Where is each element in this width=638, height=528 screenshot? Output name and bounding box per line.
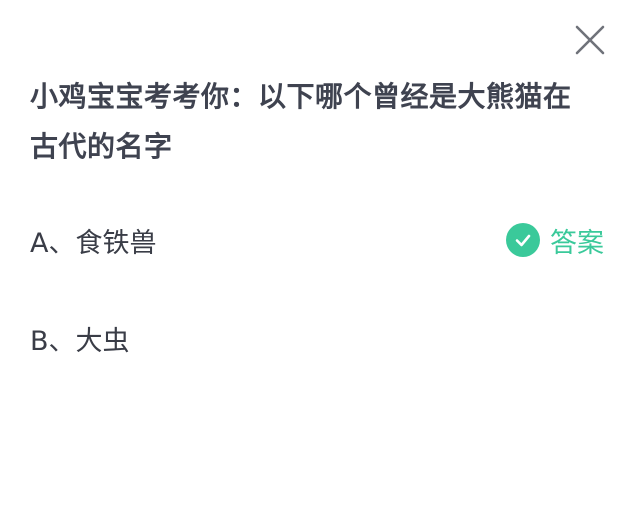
quiz-card: 小鸡宝宝考考你：以下哪个曾经是大熊猫在 古代的名字 A、食铁兽 答案 B、大虫	[0, 0, 638, 528]
question-line-2: 古代的名字	[30, 130, 173, 163]
option-b-label: B、大虫	[30, 325, 130, 357]
answer-badge: 答案	[506, 220, 604, 260]
question-line-1: 小鸡宝宝考考你：以下哪个曾经是大熊猫在	[30, 80, 572, 113]
question-text: 小鸡宝宝考考你：以下哪个曾经是大熊猫在 古代的名字	[30, 72, 610, 172]
answer-label: 答案	[550, 227, 604, 259]
check-circle-icon	[506, 223, 540, 257]
option-a-label: A、食铁兽	[30, 227, 157, 259]
close-button[interactable]	[572, 22, 608, 58]
close-icon	[575, 25, 605, 55]
option-b[interactable]: B、大虫	[30, 314, 610, 362]
